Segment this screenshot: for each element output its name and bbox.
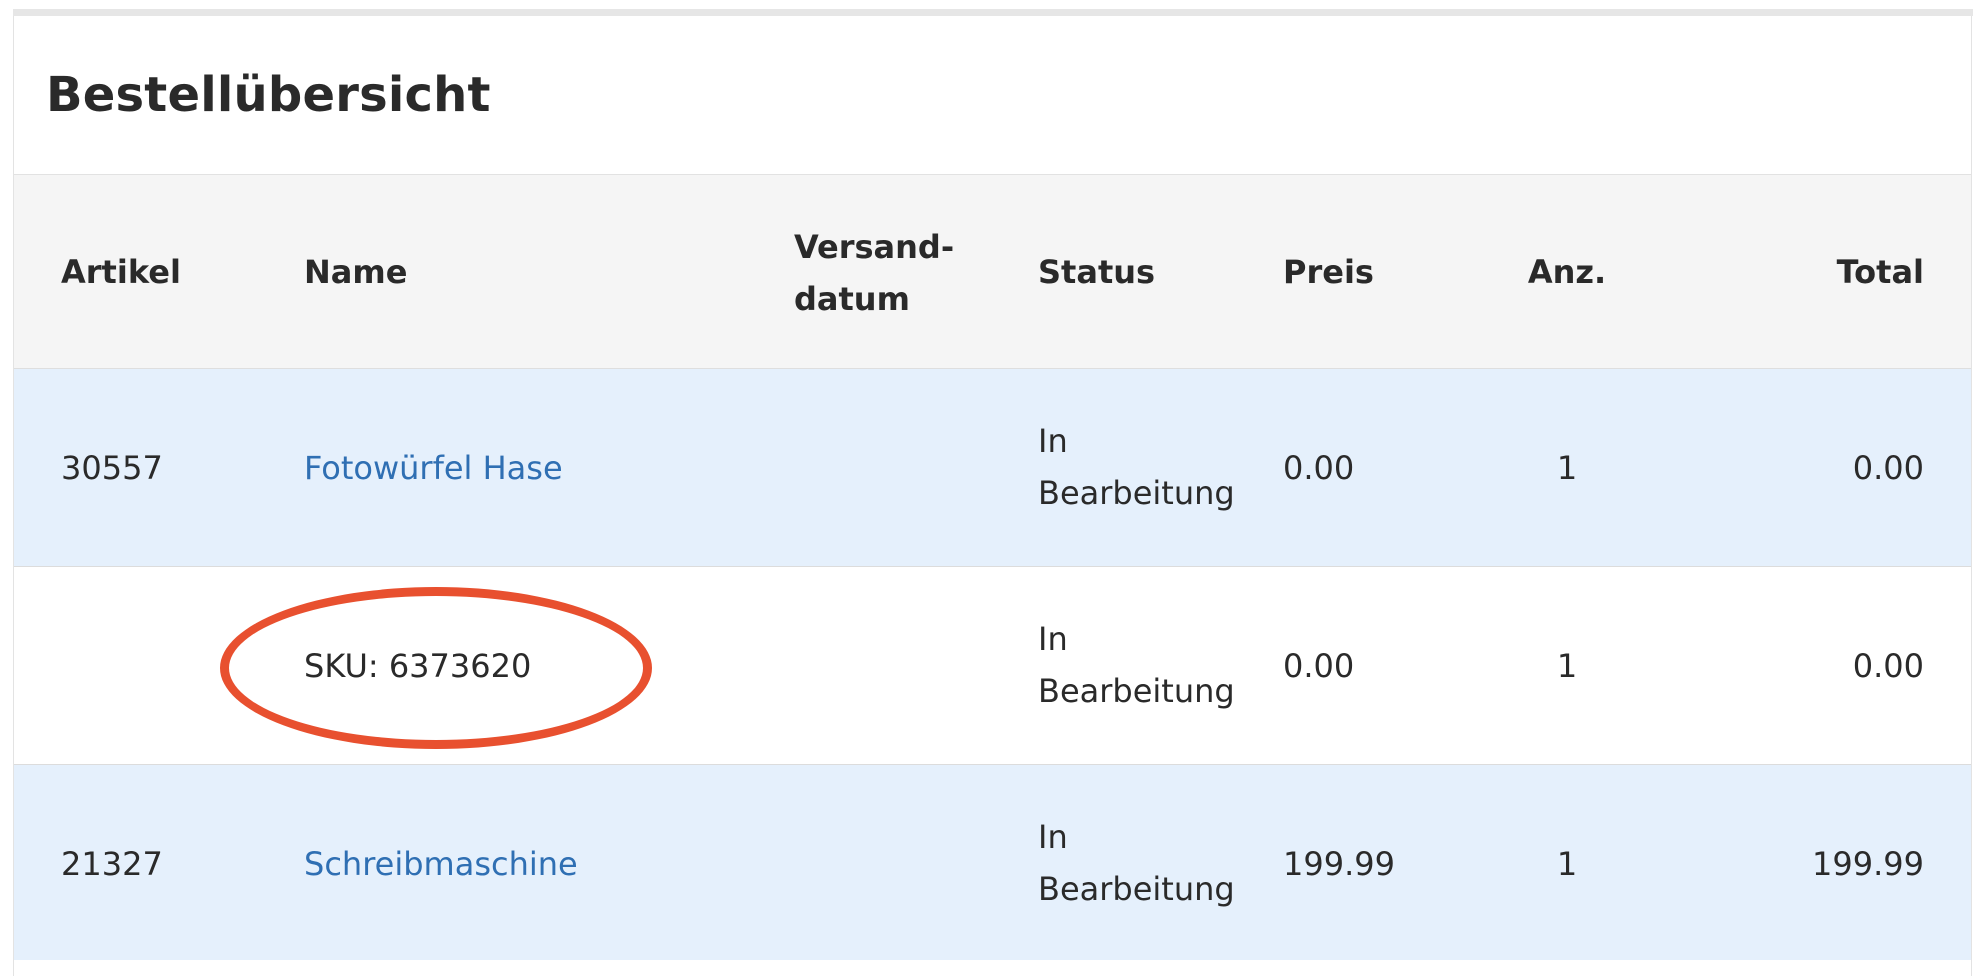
status-line2: Bearbeitung — [1038, 870, 1235, 908]
header-versanddatum-line2: datum — [794, 280, 910, 318]
table-row: 21327 Schreibmaschine In Bearbeitung 199… — [14, 765, 1971, 976]
highlight-ellipse — [220, 587, 652, 749]
cell-total: 199.99 — [1812, 845, 1924, 883]
table-bottom — [14, 960, 1971, 976]
header-status: Status — [1038, 253, 1156, 291]
product-link[interactable]: Schreibmaschine — [304, 838, 578, 890]
top-bar — [0, 0, 1984, 16]
status-line2: Bearbeitung — [1038, 474, 1235, 512]
header-preis: Preis — [1283, 253, 1374, 291]
table-row: 30557 Fotowürfel Hase In Bearbeitung 0.0… — [14, 369, 1971, 567]
page-title: Bestellübersicht — [46, 67, 491, 123]
table-header: Artikel Name Versand- datum Status Preis… — [14, 174, 1971, 369]
product-link[interactable]: Fotowürfel Hase — [304, 442, 563, 494]
status-line1: In — [1038, 818, 1068, 856]
cell-anz: 1 — [1556, 449, 1578, 487]
cell-status: In Bearbeitung — [1038, 613, 1235, 717]
cell-total: 0.00 — [1852, 449, 1924, 487]
header-total: Total — [1836, 253, 1924, 291]
top-divider — [13, 9, 1973, 16]
header-name: Name — [304, 253, 408, 291]
cell-preis: 0.00 — [1283, 647, 1355, 685]
cell-preis: 199.99 — [1283, 845, 1395, 883]
header-versanddatum: Versand- datum — [794, 221, 954, 325]
header-versanddatum-line1: Versand- — [794, 228, 955, 266]
status-line1: In — [1038, 422, 1068, 460]
cell-status: In Bearbeitung — [1038, 415, 1235, 519]
cell-total: 0.00 — [1852, 647, 1924, 685]
status-line1: In — [1038, 620, 1068, 658]
cell-artikel: 30557 — [61, 449, 163, 487]
cell-preis: 0.00 — [1283, 449, 1355, 487]
status-line2: Bearbeitung — [1038, 672, 1235, 710]
header-artikel: Artikel — [61, 253, 181, 291]
cell-artikel: 21327 — [61, 845, 163, 883]
cell-anz: 1 — [1556, 845, 1578, 883]
header-anz: Anz. — [1527, 253, 1607, 291]
cell-status: In Bearbeitung — [1038, 811, 1235, 915]
cell-anz: 1 — [1556, 647, 1578, 685]
